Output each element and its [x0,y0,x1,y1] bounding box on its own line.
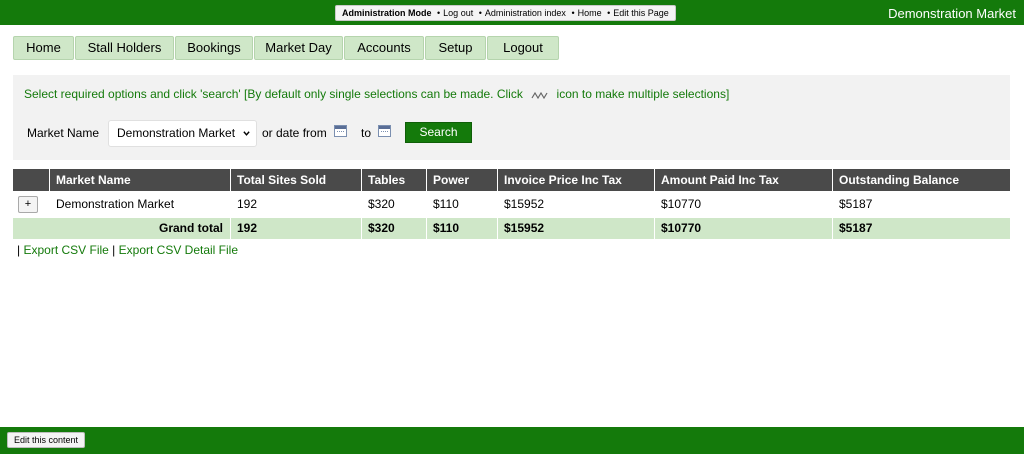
separator: • [437,8,441,18]
grand-total-row: Grand total 192 $320 $110 $15952 $10770 … [13,218,1010,239]
expand-row-button[interactable]: + [18,196,38,214]
edit-page-link[interactable]: Edit this Page [613,8,669,18]
invoice-price-cell: $15952 [498,218,655,239]
market-name-select[interactable]: Demonstration Market [108,120,257,147]
chevron-down-icon [243,131,250,136]
export-csv-detail-link[interactable]: Export CSV Detail File [119,243,238,257]
nav-tab-bookings[interactable]: Bookings [175,36,253,60]
nav-tab-logout[interactable]: Logout [487,36,559,60]
power-cell: $110 [427,218,498,239]
separator: • [571,8,575,18]
market-name-value: Demonstration Market [117,126,236,140]
column-header-amount-paid: Amount Paid Inc Tax [655,169,833,191]
grand-total-label: Grand total [13,218,231,239]
outstanding-cell: $5187 [839,221,873,235]
market-name-label: Market Name [27,126,100,140]
site-name: Demonstration Market [888,6,1016,21]
nav-tab-accounts[interactable]: Accounts [344,36,424,60]
power-cell: $110 [433,197,459,211]
total-sites-cell: 192 [237,197,258,211]
nav-tab-market-day[interactable]: Market Day [254,36,343,60]
nav-tab-stall-holders[interactable]: Stall Holders [75,36,174,60]
expand-cell: + [13,191,50,218]
main-nav: Home Stall Holders Bookings Market Day A… [13,36,560,60]
calendar-icon[interactable] [334,125,347,137]
calendar-icon[interactable] [378,125,391,137]
separator: • [607,8,611,18]
filter-panel: Select required options and click 'searc… [13,75,1010,160]
export-csv-link[interactable]: Export CSV File [23,243,108,257]
separator: • [478,8,482,18]
top-bar: Administration Mode • Log out • Administra… [0,0,1024,25]
nav-tab-home[interactable]: Home [13,36,74,60]
column-header-market-name: Market Name [50,169,231,191]
column-header-tables: Tables [362,169,427,191]
hint-text-end: icon to make multiple selections] [556,87,730,101]
results-table: Market Name Total Sites Sold Tables Powe… [13,169,1010,239]
amount-paid-cell: $10770 [655,218,833,239]
search-button[interactable]: Search [405,122,472,143]
home-link[interactable]: Home [578,8,602,18]
tables-cell: $320 [362,218,427,239]
column-header-outstanding: Outstanding Balance [839,173,960,187]
column-header-power: Power [427,169,498,191]
logout-link[interactable]: Log out [443,8,473,18]
date-from-label: or date from [262,126,327,140]
edit-content-button[interactable]: Edit this content [7,432,86,448]
column-header-total-sites: Total Sites Sold [231,169,362,191]
hint-text-start: Select required options and click 'searc… [24,87,523,101]
admin-toolbar: Administration Mode • Log out • Administra… [335,5,676,21]
table-row: + Demonstration Market 192 $320 $110 $15… [13,191,1010,218]
separator: | [112,243,116,257]
tables-cell: $320 [368,197,395,211]
export-links: | Export CSV File | Export CSV Detail Fi… [17,243,238,257]
amount-paid-cell: $10770 [661,197,702,211]
outstanding-cell: $5187 [839,197,873,211]
column-header-expand [13,169,50,191]
date-to-label: to [361,126,372,140]
nav-tab-setup[interactable]: Setup [425,36,486,60]
footer-bar: Edit this content [0,427,1024,454]
market-name-cell: Demonstration Market [56,197,175,211]
separator: | [17,243,21,257]
multi-select-icon[interactable] [531,90,549,100]
admin-index-link[interactable]: Administration index [485,8,566,18]
total-sites-cell: 192 [231,218,362,239]
admin-mode-label: Administration Mode [342,8,432,18]
table-header: Market Name Total Sites Sold Tables Powe… [13,169,1010,191]
filter-hint: Select required options and click 'searc… [24,87,729,101]
invoice-price-cell: $15952 [504,197,545,211]
column-header-invoice-price: Invoice Price Inc Tax [498,169,655,191]
